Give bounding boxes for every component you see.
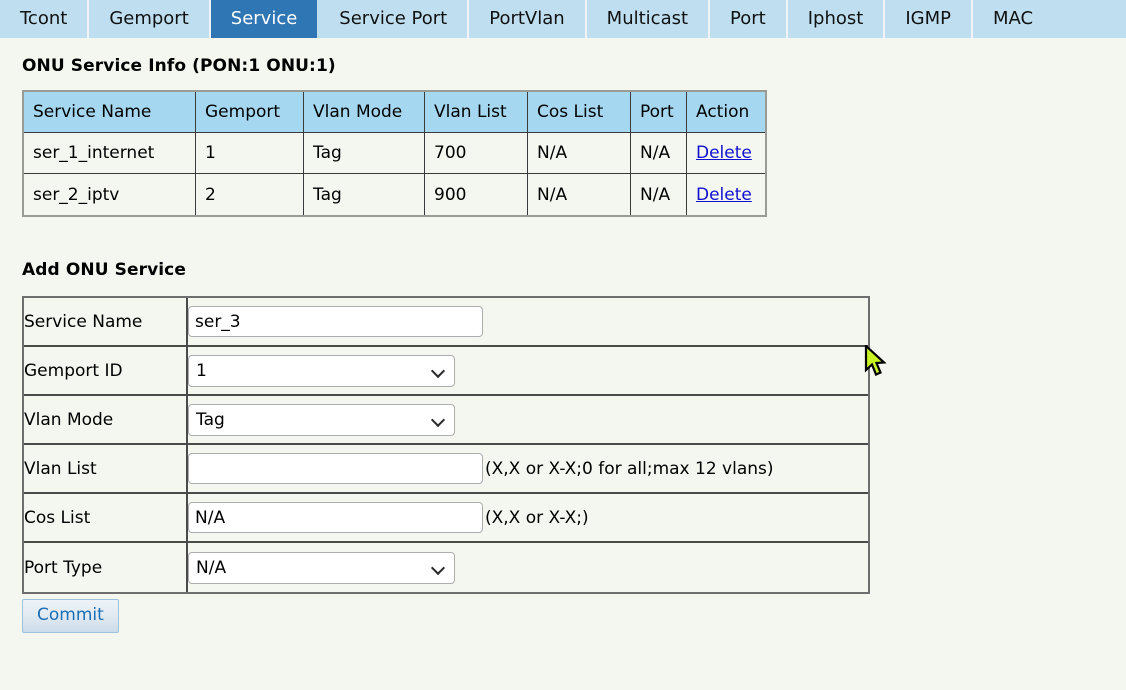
tab-label: Tcont: [20, 10, 67, 28]
cell-action: Delete: [687, 133, 765, 174]
vlan-list-input[interactable]: [188, 453, 483, 484]
cell-gemport: 2: [196, 174, 304, 215]
label-port-type: Port Type: [24, 543, 188, 592]
tab-service-port[interactable]: Service Port: [319, 0, 469, 38]
tab-gemport[interactable]: Gemport: [89, 0, 210, 38]
cell-service-name: ser_2_iptv: [24, 174, 196, 215]
cell-service-name: ser_1_internet: [24, 133, 196, 174]
cell-port: N/A: [631, 133, 687, 174]
tab-portvlan[interactable]: PortVlan: [469, 0, 586, 38]
gemport-id-select[interactable]: 1234: [188, 355, 455, 387]
tab-label: Multicast: [607, 10, 688, 28]
cell-vlan-mode: Tag: [304, 133, 425, 174]
tab-label: Port: [730, 10, 766, 28]
tab-port[interactable]: Port: [710, 0, 788, 38]
vlan-mode-select-wrap: TagTransparentTranslation: [188, 404, 455, 436]
column-header-service-name: Service Name: [24, 92, 196, 133]
delete-link[interactable]: Delete: [696, 185, 752, 205]
cell-gemport: 1: [196, 133, 304, 174]
delete-link[interactable]: Delete: [696, 143, 752, 163]
tab-iphost[interactable]: Iphost: [788, 0, 886, 38]
label-vlan-mode: Vlan Mode: [24, 396, 188, 445]
commit-button[interactable]: Commit: [22, 599, 119, 633]
service-name-input[interactable]: [188, 306, 483, 337]
form-row-port-type: Port Type N/AETHPOTSCATV: [24, 543, 868, 592]
label-service-name: Service Name: [24, 298, 188, 347]
cell-cos-list: N/A: [528, 174, 631, 215]
cell-vlan-list: 700: [425, 133, 528, 174]
cos-list-input[interactable]: [188, 502, 483, 533]
column-header-gemport: Gemport: [196, 92, 304, 133]
tab-mac[interactable]: MAC: [973, 0, 1053, 38]
column-header-cos-list: Cos List: [528, 92, 631, 133]
vlan-list-hint: (X,X or X-X;0 for all;max 12 vlans): [485, 459, 774, 479]
tab-tcont[interactable]: Tcont: [0, 0, 89, 38]
tab-label: PortVlan: [489, 10, 564, 28]
onu-service-info-title: ONU Service Info (PON:1 ONU:1): [22, 56, 1126, 76]
page-content: ONU Service Info (PON:1 ONU:1) Service N…: [0, 56, 1126, 633]
gemport-id-select-wrap: 1234: [188, 355, 455, 387]
table-row: ser_2_iptv 2 Tag 900 N/A N/A Delete: [24, 174, 765, 215]
onu-service-info-table: Service Name Gemport Vlan Mode Vlan List…: [22, 90, 767, 217]
table-row: ser_1_internet 1 Tag 700 N/A N/A Delete: [24, 133, 765, 174]
add-onu-service-title: Add ONU Service: [22, 260, 1126, 280]
form-row-gemport-id: Gemport ID 1234: [24, 347, 868, 396]
tab-label: Service: [231, 10, 298, 28]
vlan-mode-select[interactable]: TagTransparentTranslation: [188, 404, 455, 436]
port-type-select-wrap: N/AETHPOTSCATV: [188, 552, 455, 584]
cell-vlan-list: 900: [425, 174, 528, 215]
form-row-service-name: Service Name: [24, 298, 868, 347]
label-vlan-list: Vlan List: [24, 445, 188, 494]
main-tab-bar: Tcont Gemport Service Service Port PortV…: [0, 0, 1126, 38]
tab-label: Service Port: [339, 10, 447, 28]
column-header-vlan-mode: Vlan Mode: [304, 92, 425, 133]
label-cos-list: Cos List: [24, 494, 188, 543]
form-row-cos-list: Cos List (X,X or X-X;): [24, 494, 868, 543]
label-gemport-id: Gemport ID: [24, 347, 188, 396]
add-onu-service-form: Service Name Gemport ID 1234 Vlan Mode: [22, 296, 870, 594]
column-header-vlan-list: Vlan List: [425, 92, 528, 133]
cos-list-hint: (X,X or X-X;): [485, 508, 589, 528]
cell-vlan-mode: Tag: [304, 174, 425, 215]
column-header-action: Action: [687, 92, 765, 133]
tab-label: Iphost: [808, 10, 864, 28]
cell-action: Delete: [687, 174, 765, 215]
tab-service[interactable]: Service: [211, 0, 320, 38]
form-row-vlan-list: Vlan List (X,X or X-X;0 for all;max 12 v…: [24, 445, 868, 494]
table-header-row: Service Name Gemport Vlan Mode Vlan List…: [24, 92, 765, 133]
cell-port: N/A: [631, 174, 687, 215]
tab-label: IGMP: [905, 10, 951, 28]
tab-igmp[interactable]: IGMP: [885, 0, 973, 38]
column-header-port: Port: [631, 92, 687, 133]
tab-label: Gemport: [109, 10, 188, 28]
cell-cos-list: N/A: [528, 133, 631, 174]
tab-multicast[interactable]: Multicast: [587, 0, 710, 38]
form-row-vlan-mode: Vlan Mode TagTransparentTranslation: [24, 396, 868, 445]
tab-label: MAC: [993, 10, 1033, 28]
port-type-select[interactable]: N/AETHPOTSCATV: [188, 552, 455, 584]
